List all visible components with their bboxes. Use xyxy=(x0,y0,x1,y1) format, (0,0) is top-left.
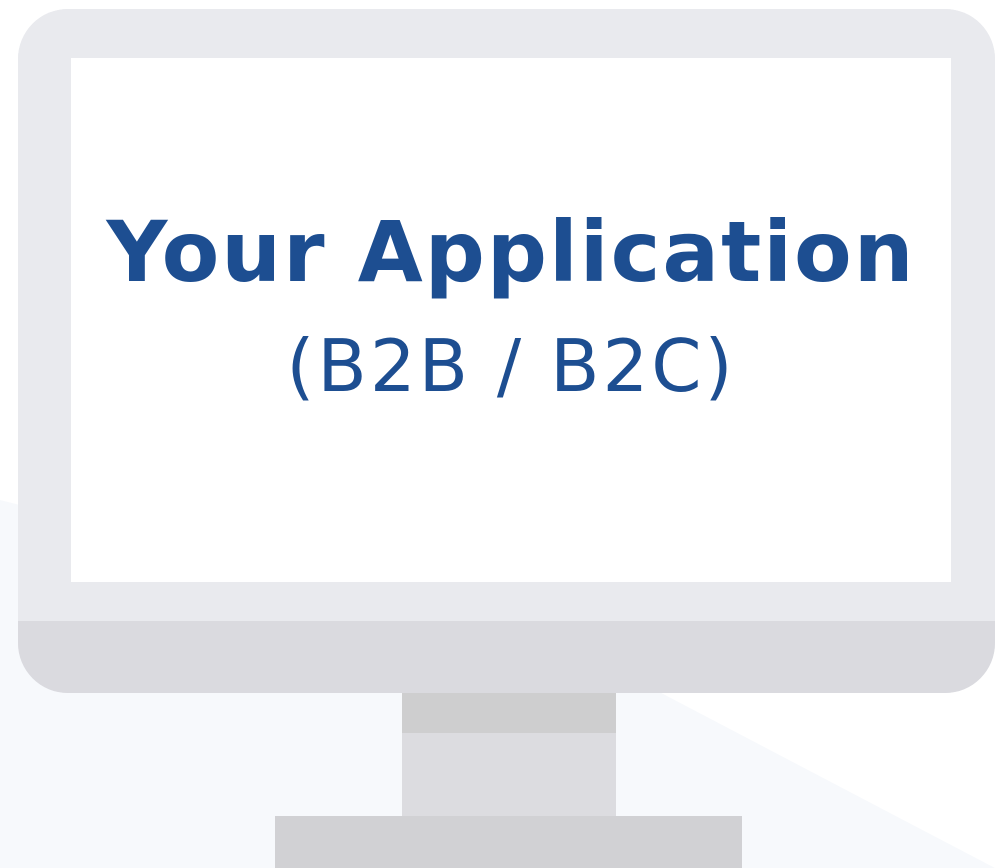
monitor-stand-base xyxy=(275,816,742,868)
monitor-stand-neck xyxy=(402,693,616,816)
app-subtitle: (B2B / B2C) xyxy=(286,324,736,408)
monitor: Your Application (B2B / B2C) xyxy=(18,9,995,693)
monitor-chin xyxy=(18,621,995,693)
app-title: Your Application xyxy=(106,203,916,301)
monitor-screen: Your Application (B2B / B2C) xyxy=(71,58,951,582)
stand-neck-shadow xyxy=(402,693,616,733)
